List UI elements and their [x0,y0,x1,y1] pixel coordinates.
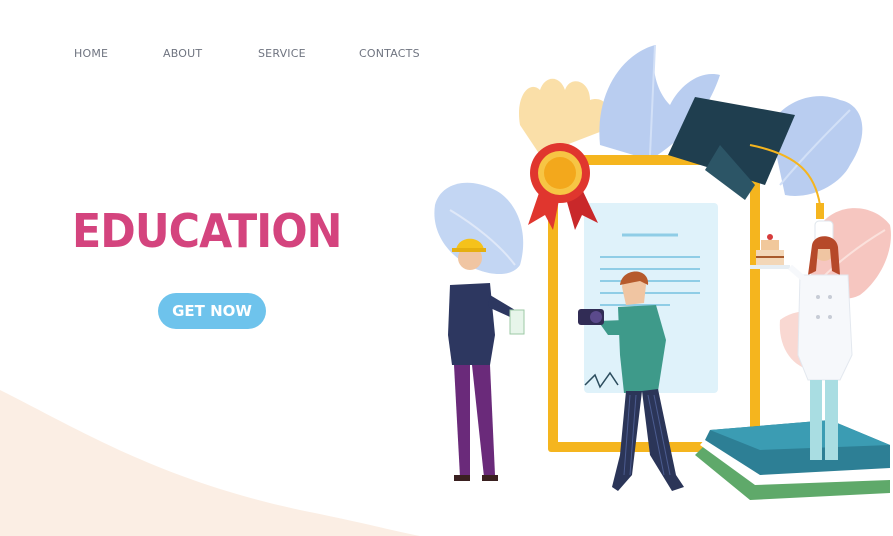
camera-icon [578,309,604,325]
education-illustration [434,44,891,500]
hero-title: EDUCATION [72,204,342,258]
worker-figure [448,238,525,481]
books-stack [695,420,890,500]
nav-contacts-link[interactable]: CONTACTS [359,47,420,60]
nav-about-link[interactable]: ABOUT [163,47,202,60]
nav-service-link[interactable]: SERVICE [258,47,306,60]
get-now-button[interactable]: GET NOW [158,293,266,329]
leaf-blue-right [770,96,863,196]
nav-home-link[interactable]: HOME [74,47,108,60]
